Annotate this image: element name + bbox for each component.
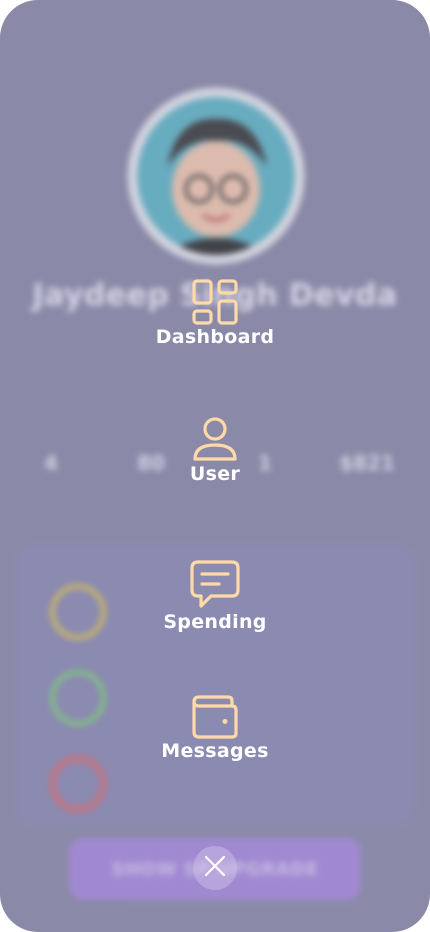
menu-item-label: Dashboard xyxy=(155,326,275,348)
user-icon xyxy=(191,415,239,463)
menu-item-messages[interactable]: Messages xyxy=(0,692,430,762)
menu-item-label: Messages xyxy=(161,740,269,762)
menu-item-user[interactable]: User xyxy=(0,415,430,485)
menu-item-label: User xyxy=(189,463,241,485)
dashboard-icon xyxy=(191,278,239,326)
menu-item-label: Spending xyxy=(163,611,267,633)
nav-menu-overlay: Dashboard User Spending Messages xyxy=(0,0,430,932)
message-icon xyxy=(189,559,241,611)
close-icon xyxy=(204,855,226,881)
wallet-icon xyxy=(190,692,240,740)
close-menu-button[interactable] xyxy=(193,846,237,890)
menu-item-dashboard[interactable]: Dashboard xyxy=(0,278,430,348)
app-screen: Jaydeep Singh Devda 4 80 1 $821 SHOW SP … xyxy=(0,0,430,932)
menu-item-spending[interactable]: Spending xyxy=(0,559,430,633)
